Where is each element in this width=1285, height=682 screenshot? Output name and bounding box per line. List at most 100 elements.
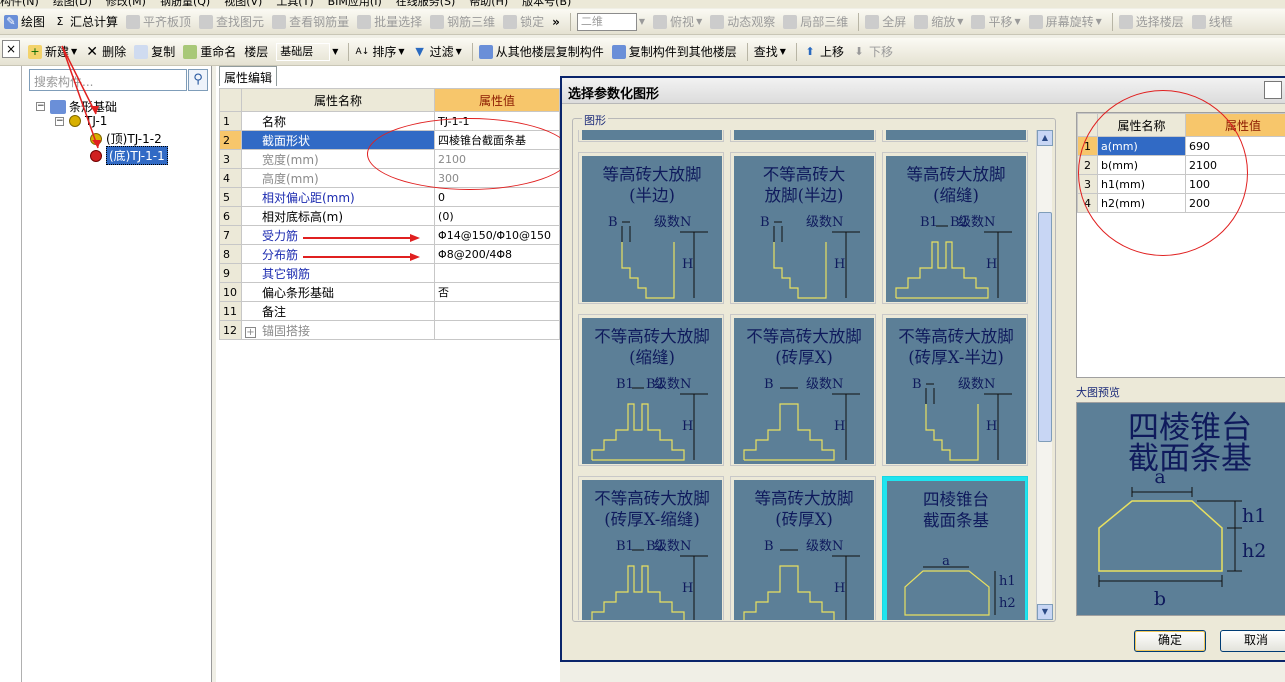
cancel-button[interactable]: 取消	[1220, 630, 1285, 652]
move-down-button[interactable]: ⬇ 下移	[852, 43, 893, 60]
property-name: 相对底标高(m)	[240, 206, 436, 226]
floor-dropdown[interactable]: 基础层 ▼	[276, 42, 338, 61]
rebar-3d-button[interactable]: 钢筋三维	[430, 13, 495, 30]
scroll-thumb[interactable]	[1038, 212, 1052, 442]
param-value[interactable]: 690	[1185, 136, 1285, 156]
property-value[interactable]	[434, 263, 560, 283]
shape-tile-partial[interactable]	[882, 130, 1028, 142]
copy-button[interactable]: 复制	[134, 43, 175, 60]
menu-item[interactable]: 构件(N)	[0, 0, 39, 8]
shape-tile[interactable]: 等高砖大放脚 (砖厚X) B 级数N H	[730, 476, 876, 620]
dynamic-view-button[interactable]: 动态观察	[710, 13, 775, 30]
find-element-button[interactable]: 查找图元	[199, 13, 264, 30]
copy-from-floor-button[interactable]: 从其他楼层复制构件	[478, 43, 604, 60]
expand-icon[interactable]: +	[244, 326, 256, 338]
table-row[interactable]: 7 受力筋 Φ14@150/Φ10@150	[219, 225, 560, 245]
param-name-header: 属性名称	[1097, 113, 1186, 137]
dialog-close-button[interactable]	[1264, 81, 1282, 99]
shape-tile-partial[interactable]	[730, 130, 876, 142]
scroll-up-icon[interactable]: ▲	[1037, 130, 1053, 146]
copy-to-floor-button[interactable]: 复制构件到其他楼层	[611, 43, 737, 60]
shape-tile[interactable]: 等高砖大放脚 (缩缝) B1 B2 级数N H	[882, 152, 1028, 304]
label-steps: 级数N	[958, 377, 995, 392]
menu-item[interactable]: 钢筋量(Q)	[160, 0, 210, 8]
sum-calc-button[interactable]: Σ 汇总计算	[53, 13, 119, 30]
shape-tile[interactable]: 等高砖大放脚 (半边) B 级数N H	[578, 152, 724, 304]
shape-tile[interactable]: 不等高砖大 放脚(半边) B 级数N H	[730, 152, 876, 304]
property-value[interactable]: 否	[434, 282, 560, 302]
menu-item[interactable]: 工具(T)	[276, 0, 313, 8]
property-value[interactable]	[434, 301, 560, 321]
zoom-button[interactable]: 缩放 ▼	[914, 13, 963, 30]
param-value[interactable]: 200	[1185, 193, 1285, 213]
select-floor-button[interactable]: 选择楼层	[1118, 13, 1184, 30]
shape-tile[interactable]: 不等高砖大放脚 (砖厚X-半边) B 级数N H	[882, 314, 1028, 466]
param-value[interactable]: 100	[1185, 174, 1285, 194]
table-row[interactable]: 4 高度(mm) 300	[219, 168, 560, 188]
shape-tile[interactable]: 四棱锥台 截面条基abh1h2	[882, 476, 1028, 620]
move-up-button[interactable]: ⬆ 上移	[803, 43, 844, 60]
menu-item[interactable]: 版本号(B)	[522, 0, 571, 8]
table-row[interactable]: 1 名称 TJ-1-1	[219, 111, 560, 131]
rotate-button[interactable]: 屏幕旋转 ▼	[1028, 13, 1102, 30]
table-row[interactable]: 2 截面形状 四棱锥台截面条基	[219, 130, 560, 150]
table-row[interactable]: 3 宽度(mm) 2100	[219, 149, 560, 169]
label-h: H	[986, 257, 997, 272]
table-row[interactable]: 9 其它钢筋	[219, 263, 560, 283]
rename-button[interactable]: 重命名	[183, 43, 236, 60]
param-value[interactable]: 2100	[1185, 155, 1285, 175]
sort-button[interactable]: A↓ 排序 ▼	[355, 43, 405, 60]
table-row[interactable]: 11 备注	[219, 301, 560, 321]
property-value[interactable]: 300	[434, 168, 560, 188]
property-value[interactable]: 0	[434, 187, 560, 207]
search-icon[interactable]: ⚲	[188, 69, 208, 91]
table-row[interactable]: 2 b(mm) 2100	[1077, 155, 1285, 175]
view-rebar-qty-button[interactable]: 查看钢筋量	[272, 13, 349, 30]
lock-button[interactable]: 锁定	[503, 13, 544, 30]
table-row[interactable]: 6 相对底标高(m) (0)	[219, 206, 560, 226]
filter-button[interactable]: ▼ 过滤 ▼	[413, 43, 461, 60]
menu-item[interactable]: 帮助(H)	[469, 0, 508, 8]
menu-item[interactable]: 在线服务(S)	[396, 0, 456, 8]
property-value[interactable]: Φ14@150/Φ10@150	[434, 225, 560, 245]
property-value[interactable]: Φ8@200/4Φ8	[434, 244, 560, 264]
fullscreen-button[interactable]: 全屏	[865, 13, 906, 30]
local-3d-button[interactable]: 局部三维	[783, 13, 848, 30]
batch-select-button[interactable]: 批量选择	[357, 13, 422, 30]
wireframe-button[interactable]: 线框	[1191, 13, 1233, 30]
menu-item[interactable]: 视图(V)	[224, 0, 262, 8]
property-value[interactable]: 四棱锥台截面条基	[434, 130, 560, 150]
property-value[interactable]: 2100	[434, 149, 560, 169]
shape-tile-partial[interactable]	[578, 130, 724, 142]
shape-scrollbar[interactable]: ▲ ▼	[1036, 130, 1053, 620]
pan-button[interactable]: 平移 ▼	[971, 13, 1021, 30]
property-value[interactable]: TJ-1-1	[434, 111, 560, 131]
flat-slab-top-button[interactable]: 平齐板顶	[126, 13, 191, 30]
close-panel-button[interactable]: ×	[2, 40, 20, 58]
shape-tile[interactable]: 不等高砖大放脚 (缩缝) B1 B2 级数N H	[578, 314, 724, 466]
property-editor-panel: 属性编辑 属性名称 属性值 1 名称 TJ-1-1 2 截面形状 四棱锥台截面条基 3 宽度(…	[216, 66, 560, 682]
menu-item[interactable]: BIM应用(I)	[328, 0, 382, 8]
table-row[interactable]: 10 偏心条形基础否	[219, 282, 560, 302]
menu-item[interactable]: 修改(M)	[106, 0, 146, 8]
table-row[interactable]: 12 + 锚固搭接	[219, 320, 560, 340]
draw-button[interactable]: ✎ 绘图	[4, 13, 45, 30]
shape-tile[interactable]: 不等高砖大放脚 (砖厚X-缩缝) B1 B2 级数N H	[578, 476, 724, 620]
tab-property-edit[interactable]: 属性编辑	[219, 66, 278, 86]
main-toolbar: ✎ 绘图 Σ 汇总计算 平齐板顶 查找图元 查看钢筋量 批量选择 钢筋三维 锁定 »…	[0, 9, 1285, 35]
view-mode-dropdown[interactable]: 二维 ▼	[576, 12, 645, 31]
table-row[interactable]: 8 分布筋 Φ8@200/4Φ8	[219, 244, 560, 264]
property-value[interactable]	[434, 320, 560, 340]
menu-item[interactable]: 绘图(D)	[53, 0, 92, 8]
property-value[interactable]: (0)	[434, 206, 560, 226]
shape-tile[interactable]: 不等高砖大放脚 (砖厚X) B 级数N H	[730, 314, 876, 466]
table-row[interactable]: 3 h1(mm) 100	[1077, 174, 1285, 194]
table-row[interactable]: 1 a(mm) 690	[1077, 136, 1285, 156]
table-row[interactable]: 5 相对偏心距(mm) 0	[219, 187, 560, 207]
find-dropdown[interactable]: 查找 ▼	[754, 43, 786, 60]
ok-button[interactable]: 确定	[1134, 630, 1206, 652]
table-row[interactable]: 4 h2(mm) 200	[1077, 193, 1285, 213]
scroll-down-icon[interactable]: ▼	[1037, 604, 1053, 620]
toolbar-overflow[interactable]: »	[552, 15, 560, 29]
top-view-button[interactable]: 俯视 ▼	[653, 13, 702, 30]
